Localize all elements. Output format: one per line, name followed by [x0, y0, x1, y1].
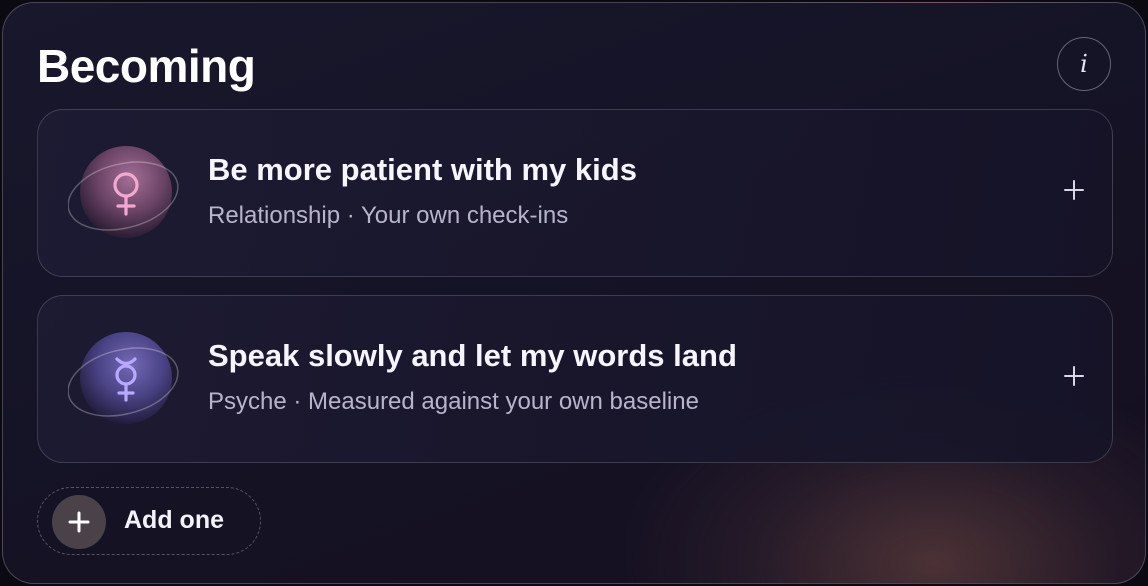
add-check-in-plus-icon[interactable] [1058, 174, 1090, 206]
goal-card-patience[interactable]: Be more patient with my kids Relationshi… [37, 109, 1113, 277]
info-button[interactable]: i [1057, 37, 1111, 91]
goal-card-speak-slowly[interactable]: Speak slowly and let my words land Psych… [37, 295, 1113, 463]
goal-subtitle: Relationship · Your own check-ins [208, 202, 569, 229]
add-goal-label: Add one [124, 506, 224, 534]
venus-orb-icon [68, 140, 184, 244]
goal-subtitle: Psyche · Measured against your own basel… [208, 388, 699, 415]
mercury-orb-icon [68, 326, 184, 430]
page-title: Becoming [37, 40, 256, 92]
info-icon: i [1080, 50, 1088, 78]
plus-icon [52, 495, 106, 549]
goal-title: Be more patient with my kids [208, 152, 637, 187]
add-goal-button[interactable]: Add one [37, 487, 261, 555]
add-check-in-plus-icon[interactable] [1058, 360, 1090, 392]
goal-title: Speak slowly and let my words land [208, 338, 737, 373]
becoming-panel: Becoming i Be more patient with my kids … [2, 2, 1146, 584]
